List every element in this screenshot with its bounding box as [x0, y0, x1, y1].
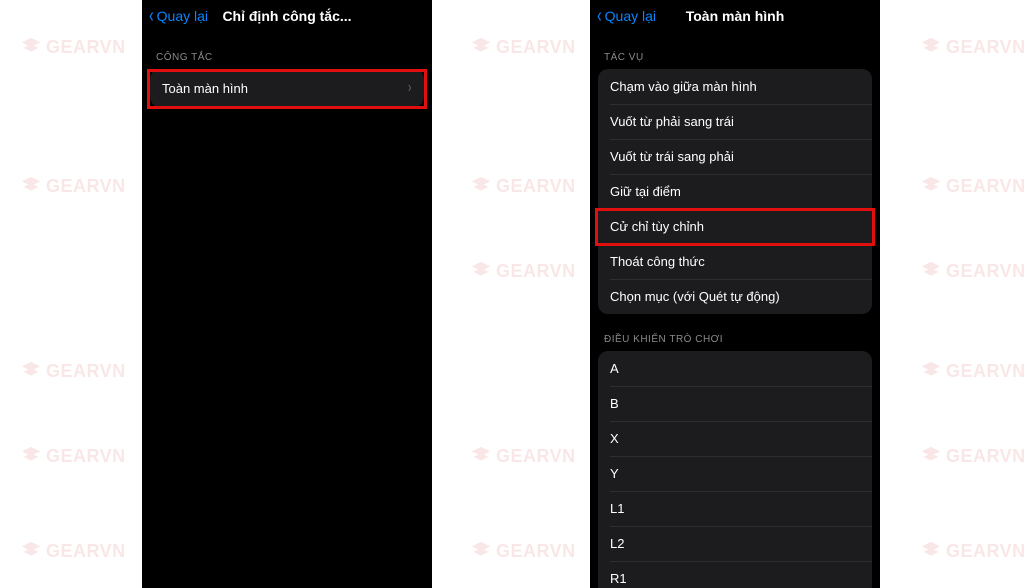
task-row[interactable]: Chạm vào giữa màn hình — [598, 69, 872, 104]
task-row[interactable]: Giữ tại điểm — [598, 174, 872, 209]
group-tasks: Chạm vào giữa màn hình Vuốt từ phải sang… — [598, 69, 872, 314]
row-label: Toàn màn hình — [162, 81, 248, 96]
task-row[interactable]: Vuốt từ trái sang phải — [598, 139, 872, 174]
row-fullscreen[interactable]: Toàn màn hình › — [150, 69, 424, 107]
row-label: Thoát công thức — [610, 254, 705, 269]
chevron-left-icon: ‹ — [597, 9, 602, 23]
row-label: Vuốt từ phải sang trái — [610, 114, 734, 129]
row-label: X — [610, 431, 619, 446]
phone-right: ‹ Quay lại Toàn màn hình TÁC VỤ Chạm vào… — [590, 0, 880, 588]
row-label: Giữ tại điểm — [610, 184, 681, 199]
gc-row[interactable]: Y — [598, 456, 872, 491]
row-label: Y — [610, 466, 619, 481]
row-label: B — [610, 396, 619, 411]
row-label: L2 — [610, 536, 624, 551]
back-label: Quay lại — [605, 8, 656, 24]
task-row[interactable]: Vuốt từ phải sang trái — [598, 104, 872, 139]
nav-bar: ‹ Quay lại Chỉ định công tắc... — [142, 0, 432, 32]
nav-bar: ‹ Quay lại Toàn màn hình — [590, 0, 880, 32]
gc-row[interactable]: L2 — [598, 526, 872, 561]
chevron-right-icon: › — [408, 79, 411, 97]
gc-row[interactable]: L1 — [598, 491, 872, 526]
gc-row[interactable]: X — [598, 421, 872, 456]
row-label: Chạm vào giữa màn hình — [610, 79, 757, 94]
section-header-gamecontrol: ĐIỀU KHIỂN TRÒ CHƠI — [590, 314, 880, 351]
section-header-tasks: TÁC VỤ — [590, 32, 880, 69]
task-row[interactable]: Chọn mục (với Quét tự động) — [598, 279, 872, 314]
row-label: Vuốt từ trái sang phải — [610, 149, 734, 164]
section-header-switches: CÔNG TẮC — [142, 32, 432, 69]
gc-row[interactable]: B — [598, 386, 872, 421]
gc-row[interactable]: A — [598, 351, 872, 386]
page-title: Toàn màn hình — [686, 8, 785, 24]
back-label: Quay lại — [157, 8, 208, 24]
row-label: L1 — [610, 501, 624, 516]
group-switches: Toàn màn hình › — [150, 69, 424, 107]
row-label: R1 — [610, 571, 627, 586]
row-label: Cử chỉ tùy chỉnh — [610, 219, 704, 234]
row-label: Chọn mục (với Quét tự động) — [610, 289, 780, 304]
page-title: Chỉ định công tắc... — [222, 8, 351, 24]
phone-left: ‹ Quay lại Chỉ định công tắc... CÔNG TẮC… — [142, 0, 432, 588]
group-gamecontrol: A B X Y L1 L2 R1 — [598, 351, 872, 588]
back-button[interactable]: ‹ Quay lại — [596, 8, 656, 24]
task-row[interactable]: Thoát công thức — [598, 244, 872, 279]
row-label: A — [610, 361, 619, 376]
chevron-left-icon: ‹ — [149, 9, 154, 23]
gc-row[interactable]: R1 — [598, 561, 872, 588]
task-row-custom-gesture[interactable]: Cử chỉ tùy chỉnh — [598, 209, 872, 244]
back-button[interactable]: ‹ Quay lại — [148, 8, 208, 24]
